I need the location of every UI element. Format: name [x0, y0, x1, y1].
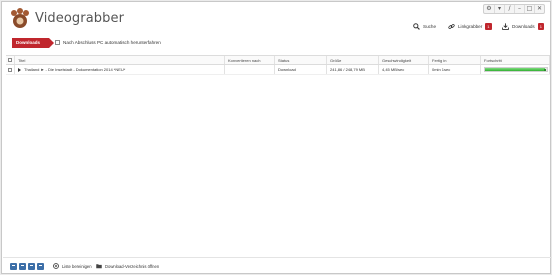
clear-icon	[53, 263, 59, 269]
table-row[interactable]: Thailand ► - Die Inselstadt - Dokumentat…	[6, 65, 550, 75]
minimize-button[interactable]: –	[514, 5, 524, 13]
progress-bar	[484, 67, 548, 72]
app-title: Videograbber	[35, 11, 125, 26]
row-speed: 4,45 MB/sec	[378, 65, 428, 74]
move-down-button[interactable]	[28, 263, 35, 270]
progress-fill	[485, 68, 546, 71]
table-header: Titel Konvertieren nach Status Größe Ges…	[6, 55, 550, 65]
header-size[interactable]: Größe	[326, 56, 378, 64]
nav-linkgrabber[interactable]: Linkgrabber 1	[447, 21, 492, 31]
header-progress[interactable]: Fortschritt	[480, 56, 550, 64]
header-speed[interactable]: Geschwindigkeit	[378, 56, 428, 64]
shutdown-option[interactable]: Nach Abschluss PC automatisch herunterfa…	[55, 40, 161, 45]
folder-icon	[96, 263, 102, 269]
settings-icon[interactable]: ⚙	[484, 5, 494, 13]
nav-linkgrabber-label: Linkgrabber	[458, 23, 483, 29]
nav-search[interactable]: Suche	[412, 21, 436, 31]
downloads-table: Titel Konvertieren nach Status Größe Ges…	[6, 55, 550, 75]
app-window: ⚙ ▾ / – □ ✕ Videograbber Suche Linkgrabb…	[1, 1, 552, 275]
expand-arrow-icon[interactable]	[18, 67, 21, 72]
maximize-button[interactable]: □	[524, 5, 534, 13]
downloads-count-badge: 1	[537, 22, 544, 30]
progress-end-marker	[544, 69, 546, 71]
header-eta[interactable]: Fertig in	[428, 56, 480, 64]
edit-icon[interactable]: /	[504, 5, 514, 13]
linkgrabber-count-badge: 1	[485, 22, 492, 30]
app-logo-icon	[11, 8, 29, 28]
window-controls: ⚙ ▾ / – □ ✕	[483, 4, 545, 14]
header-title[interactable]: Titel	[14, 56, 224, 64]
move-up-button[interactable]	[19, 263, 26, 270]
search-icon	[412, 22, 420, 30]
row-progress-cell	[480, 65, 550, 74]
footer-buttons	[10, 263, 44, 270]
row-title: Thailand ► - Die Inselstadt - Dokumentat…	[24, 67, 126, 72]
downloads-tab[interactable]: Downloads	[12, 38, 54, 48]
open-folder-button[interactable]: Download-Verzeichnis öffnen	[96, 263, 159, 269]
nav-downloads[interactable]: Downloads 1	[501, 21, 544, 31]
shutdown-checkbox[interactable]	[55, 40, 60, 45]
row-select-cell	[6, 65, 14, 74]
select-all-checkbox[interactable]	[8, 58, 12, 62]
row-eta: 0min 1sec	[428, 65, 480, 74]
shutdown-label: Nach Abschluss PC automatisch herunterfa…	[63, 40, 161, 45]
move-bottom-button[interactable]	[37, 263, 44, 270]
row-title-cell: Thailand ► - Die Inselstadt - Dokumentat…	[14, 65, 224, 74]
move-top-button[interactable]	[10, 263, 17, 270]
link-icon	[447, 22, 455, 30]
dropdown-icon[interactable]: ▾	[494, 5, 504, 13]
row-konvertieren[interactable]	[224, 65, 274, 74]
download-icon	[501, 22, 509, 30]
clear-list-button[interactable]: Liste bereinigen	[53, 263, 92, 269]
row-status: Download	[274, 65, 326, 74]
header-select-cell	[6, 56, 14, 64]
open-folder-label: Download-Verzeichnis öffnen	[105, 263, 160, 269]
nav-downloads-label: Downloads	[512, 23, 535, 29]
nav-search-label: Suche	[423, 23, 437, 29]
row-checkbox[interactable]	[8, 67, 12, 72]
clear-list-label: Liste bereinigen	[62, 263, 92, 269]
header-status[interactable]: Status	[274, 56, 326, 64]
header-konvertieren[interactable]: Konvertieren nach	[224, 56, 274, 64]
row-size: 241,86 / 248,79 MB	[326, 65, 378, 74]
close-button[interactable]: ✕	[534, 5, 544, 13]
footer-bar: Liste bereinigen Download-Verzeichnis öf…	[3, 257, 552, 275]
